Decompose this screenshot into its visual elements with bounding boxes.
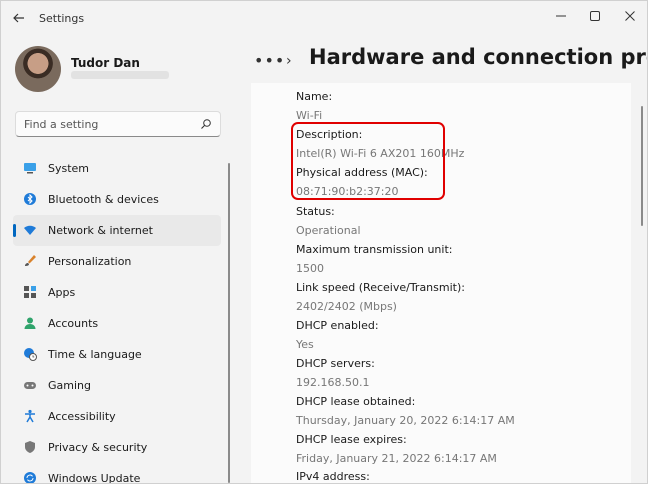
- sidebar-item-accounts[interactable]: Accounts: [13, 308, 221, 339]
- avatar[interactable]: [15, 46, 61, 92]
- wifi-icon: [24, 225, 36, 235]
- sidebar-item-label: Network & internet: [48, 224, 153, 237]
- prop-label-mtu: Maximum transmission unit:: [296, 243, 453, 256]
- prop-label-dhcp-servers: DHCP servers:: [296, 357, 375, 370]
- sidebar-item-personalization[interactable]: Personalization: [13, 246, 221, 277]
- prop-value-link-speed: 2402/2402 (Mbps): [296, 300, 397, 313]
- sidebar-item-label: Accounts: [48, 317, 99, 330]
- sidebar-item-label: Time & language: [48, 348, 142, 361]
- bluetooth-icon: [24, 193, 36, 205]
- title-bar: Settings: [1, 1, 647, 35]
- sidebar-item-label: Accessibility: [48, 410, 116, 423]
- prop-label-ipv4: IPv4 address:: [296, 470, 370, 483]
- window-title: Settings: [39, 12, 85, 25]
- sidebar-scrollbar[interactable]: [228, 163, 230, 483]
- sidebar-item-accessibility[interactable]: Accessibility: [13, 401, 221, 432]
- back-arrow-icon[interactable]: [11, 10, 27, 26]
- person-icon: [24, 317, 36, 329]
- user-name: Tudor Dan: [71, 56, 140, 70]
- brush-icon: [25, 255, 36, 266]
- settings-window: Settings Tudor Dan System: [0, 0, 648, 484]
- prop-label-status: Status:: [296, 205, 335, 218]
- search-box[interactable]: [15, 111, 221, 137]
- apps-icon: [24, 286, 36, 298]
- prop-value-dhcp-servers: 192.168.50.1: [296, 376, 370, 389]
- sidebar-item-label: Windows Update: [48, 472, 141, 484]
- highlight-box: [291, 122, 445, 200]
- content-scrollbar[interactable]: [641, 106, 643, 226]
- prop-value-status: Operational: [296, 224, 361, 237]
- prop-value-dhcp-enabled: Yes: [296, 338, 314, 351]
- globe-clock-icon: [24, 348, 37, 361]
- maximize-button[interactable]: [583, 6, 607, 26]
- breadcrumb-overflow-button[interactable]: •••: [254, 51, 285, 70]
- sidebar-item-apps[interactable]: Apps: [13, 277, 221, 308]
- prop-value-mtu: 1500: [296, 262, 324, 275]
- monitor-icon: [24, 163, 36, 174]
- search-icon[interactable]: [200, 118, 212, 130]
- sidebar-item-time-language[interactable]: Time & language: [13, 339, 221, 370]
- chevron-right-icon: ›: [286, 53, 292, 69]
- accessibility-icon: [25, 409, 35, 423]
- prop-label-name: Name:: [296, 90, 333, 103]
- sidebar-item-network[interactable]: Network & internet: [13, 215, 221, 246]
- prop-value-lease-expires: Friday, January 21, 2022 6:14:17 AM: [296, 452, 497, 465]
- prop-label-lease-obtained: DHCP lease obtained:: [296, 395, 416, 408]
- prop-label-link-speed: Link speed (Receive/Transmit):: [296, 281, 465, 294]
- sidebar-item-label: Apps: [48, 286, 76, 299]
- sidebar-item-windows-update[interactable]: Windows Update: [13, 463, 221, 484]
- search-input[interactable]: [22, 115, 198, 133]
- page-title: Hardware and connection propertic: [309, 45, 647, 69]
- sidebar-nav: System Bluetooth & devices Network & int…: [13, 153, 221, 484]
- update-icon: [24, 472, 36, 483]
- sidebar-item-label: System: [48, 162, 90, 175]
- sidebar-item-bluetooth[interactable]: Bluetooth & devices: [13, 184, 221, 215]
- minimize-button[interactable]: [549, 6, 573, 26]
- gamepad-icon: [24, 382, 36, 389]
- user-email-redacted: [71, 71, 169, 79]
- prop-value-lease-obtained: Thursday, January 20, 2022 6:14:17 AM: [296, 414, 515, 427]
- sidebar-item-privacy[interactable]: Privacy & security: [13, 432, 221, 463]
- sidebar-item-label: Privacy & security: [48, 441, 148, 454]
- prop-label-dhcp-enabled: DHCP enabled:: [296, 319, 379, 332]
- sidebar-item-label: Gaming: [48, 379, 91, 392]
- sidebar-item-gaming[interactable]: Gaming: [13, 370, 221, 401]
- close-button[interactable]: [618, 6, 642, 26]
- prop-label-lease-expires: DHCP lease expires:: [296, 433, 407, 446]
- sidebar-item-label: Personalization: [48, 255, 132, 268]
- sidebar-item-system[interactable]: System: [13, 153, 221, 184]
- prop-value-name: Wi-Fi: [296, 109, 323, 122]
- shield-icon: [25, 441, 35, 453]
- sidebar-item-label: Bluetooth & devices: [48, 193, 159, 206]
